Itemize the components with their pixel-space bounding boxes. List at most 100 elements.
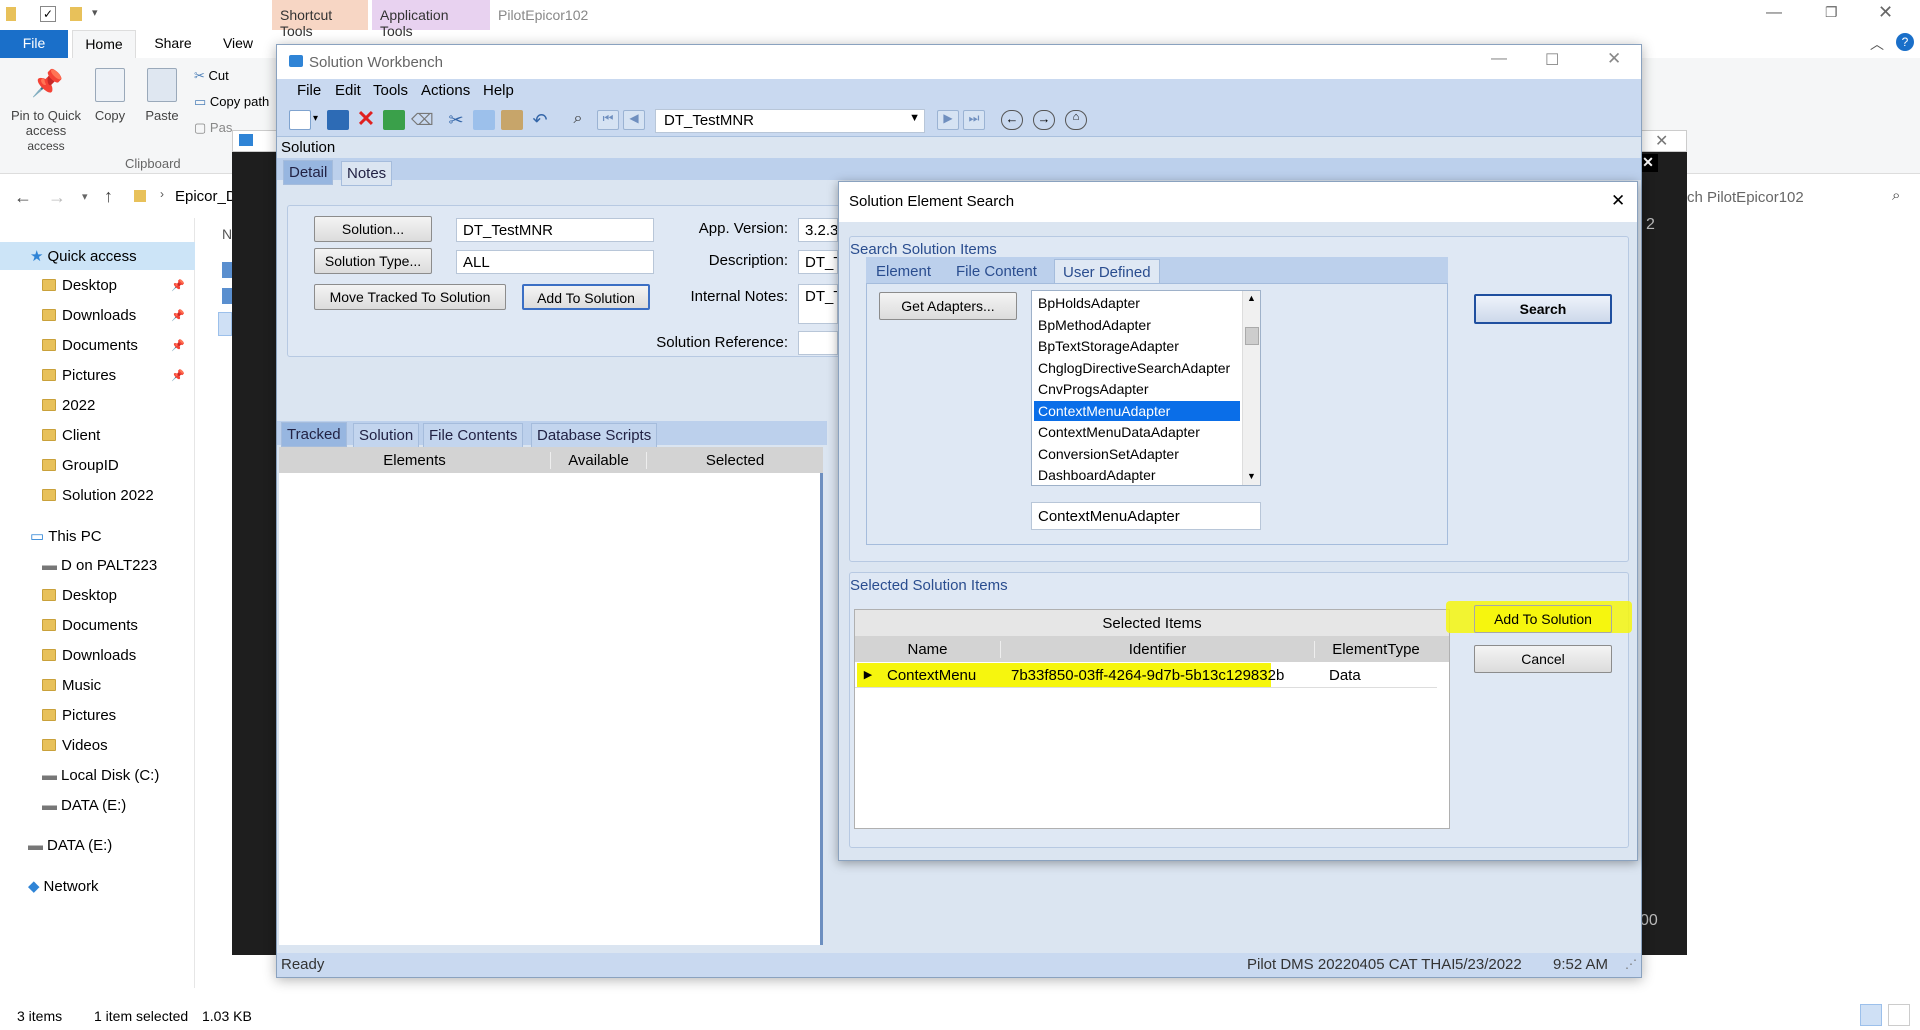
tab-home[interactable]: Home bbox=[72, 30, 136, 58]
tab-share[interactable]: Share bbox=[148, 30, 198, 58]
paste-icon[interactable] bbox=[501, 110, 523, 130]
solution-reference-field[interactable] bbox=[798, 331, 838, 355]
menu-tools[interactable]: Tools bbox=[373, 82, 408, 99]
copy-path-button[interactable]: ▭ Copy path bbox=[194, 94, 269, 110]
delete-icon[interactable]: ✕ bbox=[355, 108, 377, 130]
column-name[interactable]: Name bbox=[855, 641, 1001, 658]
search-input[interactable]: rch PilotEpicor102 bbox=[1682, 189, 1804, 206]
refresh-icon[interactable] bbox=[383, 110, 405, 130]
pin-icon[interactable]: 📌 bbox=[171, 279, 185, 292]
tab-user-defined[interactable]: User Defined bbox=[1054, 259, 1160, 283]
cut-button[interactable]: ✂ Cut bbox=[194, 68, 229, 84]
nav-item[interactable]: Pictures 📌 bbox=[0, 362, 195, 390]
search-button[interactable]: Search bbox=[1474, 294, 1612, 324]
new-folder-icon[interactable] bbox=[70, 7, 82, 21]
column-selected[interactable]: Selected bbox=[647, 452, 823, 469]
get-adapters-button[interactable]: Get Adapters... bbox=[879, 292, 1017, 320]
add-to-solution-button[interactable]: Add To Solution bbox=[522, 284, 650, 310]
menu-file[interactable]: File bbox=[297, 82, 321, 99]
nav-item[interactable]: ▬ Local Disk (C:) bbox=[0, 762, 195, 790]
paste-button[interactable]: Paste bbox=[142, 68, 182, 123]
list-item[interactable]: ChglogDirectiveSearchAdapter bbox=[1034, 358, 1240, 378]
chevron-down-icon[interactable]: ▼ bbox=[909, 112, 920, 124]
paste-shortcut-button[interactable]: ▢ Pas bbox=[194, 120, 232, 136]
next-record-icon[interactable]: ▶ bbox=[937, 110, 959, 130]
cancel-button[interactable]: Cancel bbox=[1474, 645, 1612, 673]
properties-icon[interactable]: ✓ bbox=[40, 6, 56, 22]
minimize-icon[interactable]: — bbox=[1491, 50, 1507, 68]
tab-file-content[interactable]: File Content bbox=[956, 263, 1037, 280]
close-icon[interactable]: ✕ bbox=[1878, 2, 1893, 23]
copy-button[interactable]: Copy bbox=[90, 68, 130, 123]
tab-view[interactable]: View bbox=[214, 30, 262, 58]
restore-icon[interactable]: ❐ bbox=[1825, 4, 1838, 21]
save-icon[interactable] bbox=[327, 110, 349, 130]
nav-item[interactable]: Pictures bbox=[0, 702, 195, 730]
column-header-name[interactable]: N bbox=[222, 226, 232, 242]
add-to-solution-button[interactable]: Add To Solution bbox=[1474, 605, 1612, 633]
nav-item[interactable]: Videos bbox=[0, 732, 195, 760]
nav-item[interactable]: Downloads 📌 bbox=[0, 302, 195, 330]
maximize-icon[interactable]: ☐ bbox=[1545, 50, 1559, 70]
tab-file[interactable]: File bbox=[0, 30, 68, 58]
pin-icon[interactable]: 📌 bbox=[171, 339, 185, 352]
breadcrumb[interactable]: Epicor_D bbox=[175, 188, 237, 205]
pin-quick-access-button[interactable]: 📌 Pin to Quick access access bbox=[8, 68, 84, 153]
menu-actions[interactable]: Actions bbox=[421, 82, 470, 99]
list-item[interactable]: DashboardAdapter bbox=[1034, 465, 1240, 485]
solution-combo[interactable]: DT_TestMNR ▼ bbox=[655, 109, 925, 133]
nav-item[interactable]: ▬ D on PALT223 bbox=[0, 552, 195, 580]
minimize-icon[interactable]: — bbox=[1766, 4, 1782, 22]
nav-item[interactable]: Downloads bbox=[0, 642, 195, 670]
column-identifier[interactable]: Identifier bbox=[1001, 641, 1315, 658]
move-tracked-button[interactable]: Move Tracked To Solution bbox=[314, 284, 506, 310]
new-dropdown-icon[interactable]: ▾ bbox=[313, 113, 318, 124]
list-item[interactable]: BpHoldsAdapter bbox=[1034, 293, 1240, 313]
nav-item[interactable]: ◆ Network bbox=[0, 872, 195, 900]
new-icon[interactable] bbox=[289, 110, 311, 130]
file-icon-selected[interactable] bbox=[218, 312, 232, 336]
close-icon[interactable]: ✕ bbox=[1607, 49, 1621, 69]
list-item[interactable]: ConversionSetAdapter bbox=[1034, 444, 1240, 464]
nav-item[interactable]: ★ Quick access bbox=[0, 242, 195, 270]
tab-detail[interactable]: Detail bbox=[283, 160, 334, 185]
nav-item[interactable]: Solution 2022 bbox=[0, 482, 195, 510]
collapse-ribbon-icon[interactable]: ︿ bbox=[1870, 34, 1884, 54]
tab-notes[interactable]: Notes bbox=[341, 161, 393, 186]
file-icon[interactable] bbox=[222, 288, 232, 304]
table-row[interactable]: ▶ ContextMenu 7b33f850-03ff-4264-9d7b-5b… bbox=[855, 662, 1437, 688]
close-icon[interactable]: ✕ bbox=[1611, 191, 1625, 211]
nav-item[interactable]: Client bbox=[0, 422, 195, 450]
nav-item[interactable]: 2022 bbox=[0, 392, 195, 420]
nav-item[interactable]: ▬ DATA (E:) bbox=[0, 832, 195, 860]
tab-tracked[interactable]: Tracked bbox=[281, 422, 347, 447]
clear-icon[interactable]: ⌫ bbox=[411, 110, 434, 130]
tracked-grid[interactable]: Elements Available Selected bbox=[279, 447, 823, 945]
qat-dropdown-icon[interactable]: ▾ bbox=[92, 6, 98, 19]
scroll-down-icon[interactable]: ▼ bbox=[1247, 471, 1256, 481]
recent-dropdown-icon[interactable]: ▾ bbox=[82, 190, 88, 203]
nav-item[interactable]: Documents 📌 bbox=[0, 332, 195, 360]
solution-type-field[interactable]: ALL bbox=[456, 250, 654, 274]
adapter-text-field[interactable]: ContextMenuAdapter bbox=[1031, 502, 1261, 530]
list-item[interactable]: CnvProgsAdapter bbox=[1034, 379, 1240, 399]
tab-element[interactable]: Element bbox=[876, 263, 931, 280]
app-version-field[interactable]: 3.2.3 bbox=[798, 218, 838, 242]
pin-icon[interactable]: 📌 bbox=[171, 309, 185, 322]
scrollbar[interactable]: ▲ ▼ bbox=[1242, 291, 1260, 485]
column-elements[interactable]: Elements bbox=[279, 452, 551, 469]
context-tab-shortcut-tools[interactable]: Shortcut Tools bbox=[272, 0, 368, 39]
resize-grip-icon[interactable]: ⋰ bbox=[1625, 957, 1637, 971]
copy-icon[interactable] bbox=[473, 110, 495, 130]
up-icon[interactable]: ↑ bbox=[104, 186, 113, 207]
nav-item[interactable]: Desktop bbox=[0, 582, 195, 610]
first-record-icon[interactable]: ⏮ bbox=[597, 110, 619, 130]
scroll-thumb[interactable] bbox=[1245, 327, 1259, 345]
file-icon[interactable] bbox=[222, 262, 232, 278]
list-item[interactable]: ContextMenuAdapter bbox=[1034, 400, 1240, 421]
tab-database-scripts[interactable]: Database Scripts bbox=[531, 423, 658, 448]
pin-icon[interactable]: 📌 bbox=[171, 369, 185, 382]
forward-icon[interactable]: → bbox=[1033, 110, 1055, 130]
tab-file-contents[interactable]: File Contents bbox=[423, 423, 524, 448]
cut-icon[interactable]: ✂ bbox=[445, 110, 467, 130]
